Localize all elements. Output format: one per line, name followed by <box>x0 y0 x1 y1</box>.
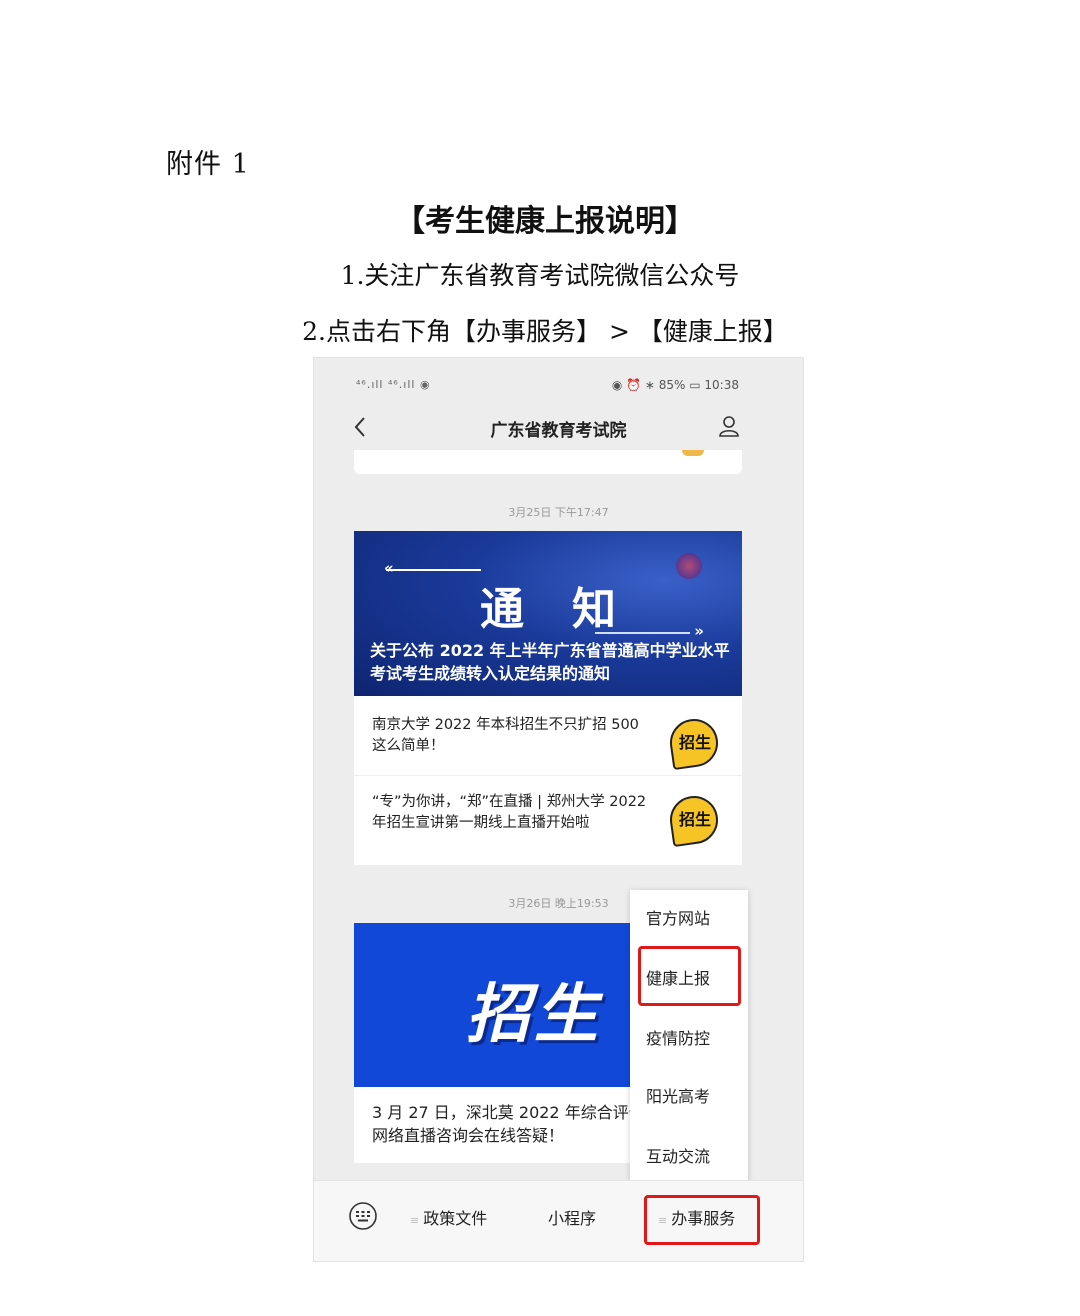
news-thumbnail: 招生 <box>666 715 722 771</box>
banner-heading: 通知 <box>480 584 664 635</box>
step-2-text: 2.点击右下角【办事服务】 > 【健康上报】 <box>302 317 788 346</box>
menu-item-sunshine-gaokao[interactable]: 阳光高考 <box>630 1068 748 1126</box>
notice-banner[interactable]: « 通知 » 关于公布 2022 年上半年广东省普通高中学业水平考试考生成绩转入… <box>354 531 742 696</box>
banner-line <box>386 569 481 571</box>
signal-indicators: ⁴⁶.ıll ⁴⁶.ıll ◉ <box>356 378 431 391</box>
tab-label: 小程序 <box>548 1209 597 1228</box>
document-title: 【考生健康上报说明】 <box>395 204 695 239</box>
double-chevron-right-icon: » <box>694 622 704 640</box>
tab-mini-program[interactable]: 小程序 <box>548 1205 596 1229</box>
news-item[interactable]: “专”为你讲，“郑”在直播 | 郑州大学 2022 年招生宣讲第一期线上直播开始… <box>354 775 742 851</box>
article-card-1[interactable]: « 通知 » 关于公布 2022 年上半年广东省普通高中学业水平考试考生成绩转入… <box>354 531 742 865</box>
news-title: “专”为你讲，“郑”在直播 | 郑州大学 2022 年招生宣讲第一期线上直播开始… <box>372 794 647 831</box>
banner-caption: 关于公布 2022 年上半年广东省普通高中学业水平考试考生成绩转入认定结果的通知 <box>370 641 730 683</box>
attachment-label: 附件 1 <box>166 149 250 180</box>
health-report-highlight <box>638 946 741 1006</box>
news-item[interactable]: 南京大学 2022 年本科招生不只扩招 500 这么简单！ 招生 <box>354 699 742 775</box>
banner-heading: 招生 <box>466 978 602 1052</box>
step-1-text: 1.关注广东省教育考试院微信公众号 <box>340 261 740 290</box>
previous-card-thumb <box>682 450 704 456</box>
keyboard-icon[interactable] <box>348 1201 378 1231</box>
status-right-indicators: ◉ ⏰ ∗ 85% ▭ 10:38 <box>611 378 739 392</box>
thumbnail-label: 招生 <box>678 733 711 752</box>
news-thumbnail: 招生 <box>666 792 722 848</box>
menu-lines-icon: ≡ <box>410 1214 420 1227</box>
profile-icon[interactable] <box>717 414 741 438</box>
banner-line-2 <box>595 632 690 634</box>
timestamp-1: 3月25日 下午17:47 <box>508 506 609 519</box>
tab-policy-documents[interactable]: ≡ 政策文件 <box>410 1205 487 1229</box>
article-title: 3 月 27 日，深北莫 2022 年综合评价网络直播咨询会在线答疑！ <box>372 1103 645 1145</box>
menu-item-interaction[interactable]: 互动交流 <box>630 1128 748 1186</box>
status-bar: ⁴⁶.ıll ⁴⁶.ıll ◉ ◉ ⏰ ∗ 85% ▭ 10:38 <box>314 358 803 413</box>
previous-card-edge <box>354 450 742 474</box>
menu-item-epidemic-control[interactable]: 疫情防控 <box>630 1010 748 1068</box>
tab-label: 政策文件 <box>423 1209 488 1228</box>
menu-item-official-site[interactable]: 官方网站 <box>630 890 748 948</box>
thumbnail-label: 招生 <box>678 810 711 829</box>
services-tab-highlight <box>644 1195 760 1245</box>
service-menu: 官方网站 健康上报 疫情防控 阳光高考 互动交流 <box>630 890 748 1184</box>
nav-bar: 广东省教育考试院 <box>314 408 803 450</box>
phone-screenshot: ⁴⁶.ıll ⁴⁶.ıll ◉ ◉ ⏰ ∗ 85% ▭ 10:38 广东省教育考… <box>313 357 804 1262</box>
news-title: 南京大学 2022 年本科招生不只扩招 500 这么简单！ <box>372 717 639 754</box>
